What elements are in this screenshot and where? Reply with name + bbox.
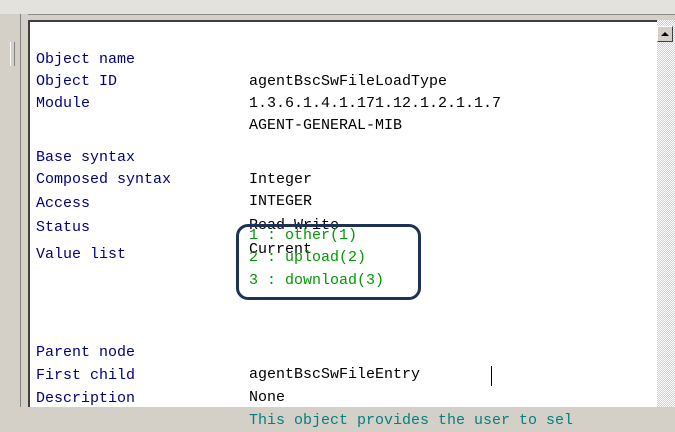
- splitter-grip[interactable]: [10, 42, 15, 66]
- left-pane-divider: [20, 14, 21, 407]
- window-top-strip: [0, 0, 675, 15]
- value-list-highlight: [236, 224, 421, 300]
- scroll-up-arrow-icon[interactable]: [657, 26, 673, 42]
- first-child-value: None: [249, 389, 286, 406]
- value-list-label: Value list: [36, 246, 127, 263]
- left-pane-frame: [0, 14, 28, 407]
- base-syntax-value: Integer: [249, 171, 313, 188]
- module-value: AGENT-GENERAL-MIB: [249, 117, 403, 134]
- module-label: Module: [36, 95, 91, 112]
- row-first-child: First child None: [36, 343, 285, 406]
- object-name-value: agentBscSwFileLoadType: [249, 73, 448, 90]
- composed-syntax-label: Composed syntax: [36, 171, 172, 188]
- row-object-id: Object ID 1.3.6.1.4.1.171.12.1.2.1.1.7: [36, 49, 501, 112]
- composed-syntax-value: INTEGER: [249, 193, 313, 210]
- row-composed-syntax: Composed syntax INTEGER: [36, 147, 312, 210]
- vertical-scrollbar[interactable]: [657, 20, 675, 407]
- object-id-value: 1.3.6.1.4.1.171.12.1.2.1.1.7: [249, 95, 502, 112]
- row-value-list: Value list: [36, 222, 126, 263]
- row-module: Module AGENT-GENERAL-MIB: [36, 71, 402, 134]
- parent-node-value: agentBscSwFileEntry: [249, 366, 421, 383]
- text-cursor: [491, 366, 492, 386]
- row-access: Access Read-Write: [36, 171, 339, 234]
- row-description: Description This object provides the use…: [36, 366, 573, 429]
- row-status: Status Current: [36, 195, 312, 258]
- row-parent-node: Parent node agentBscSwFileEntry: [36, 320, 420, 383]
- row-base-syntax: Base syntax Integer: [36, 125, 312, 188]
- row-object-name: Object name agentBscSwFileLoadType: [36, 27, 447, 90]
- description-value[interactable]: This object provides the user to sel: [249, 410, 573, 432]
